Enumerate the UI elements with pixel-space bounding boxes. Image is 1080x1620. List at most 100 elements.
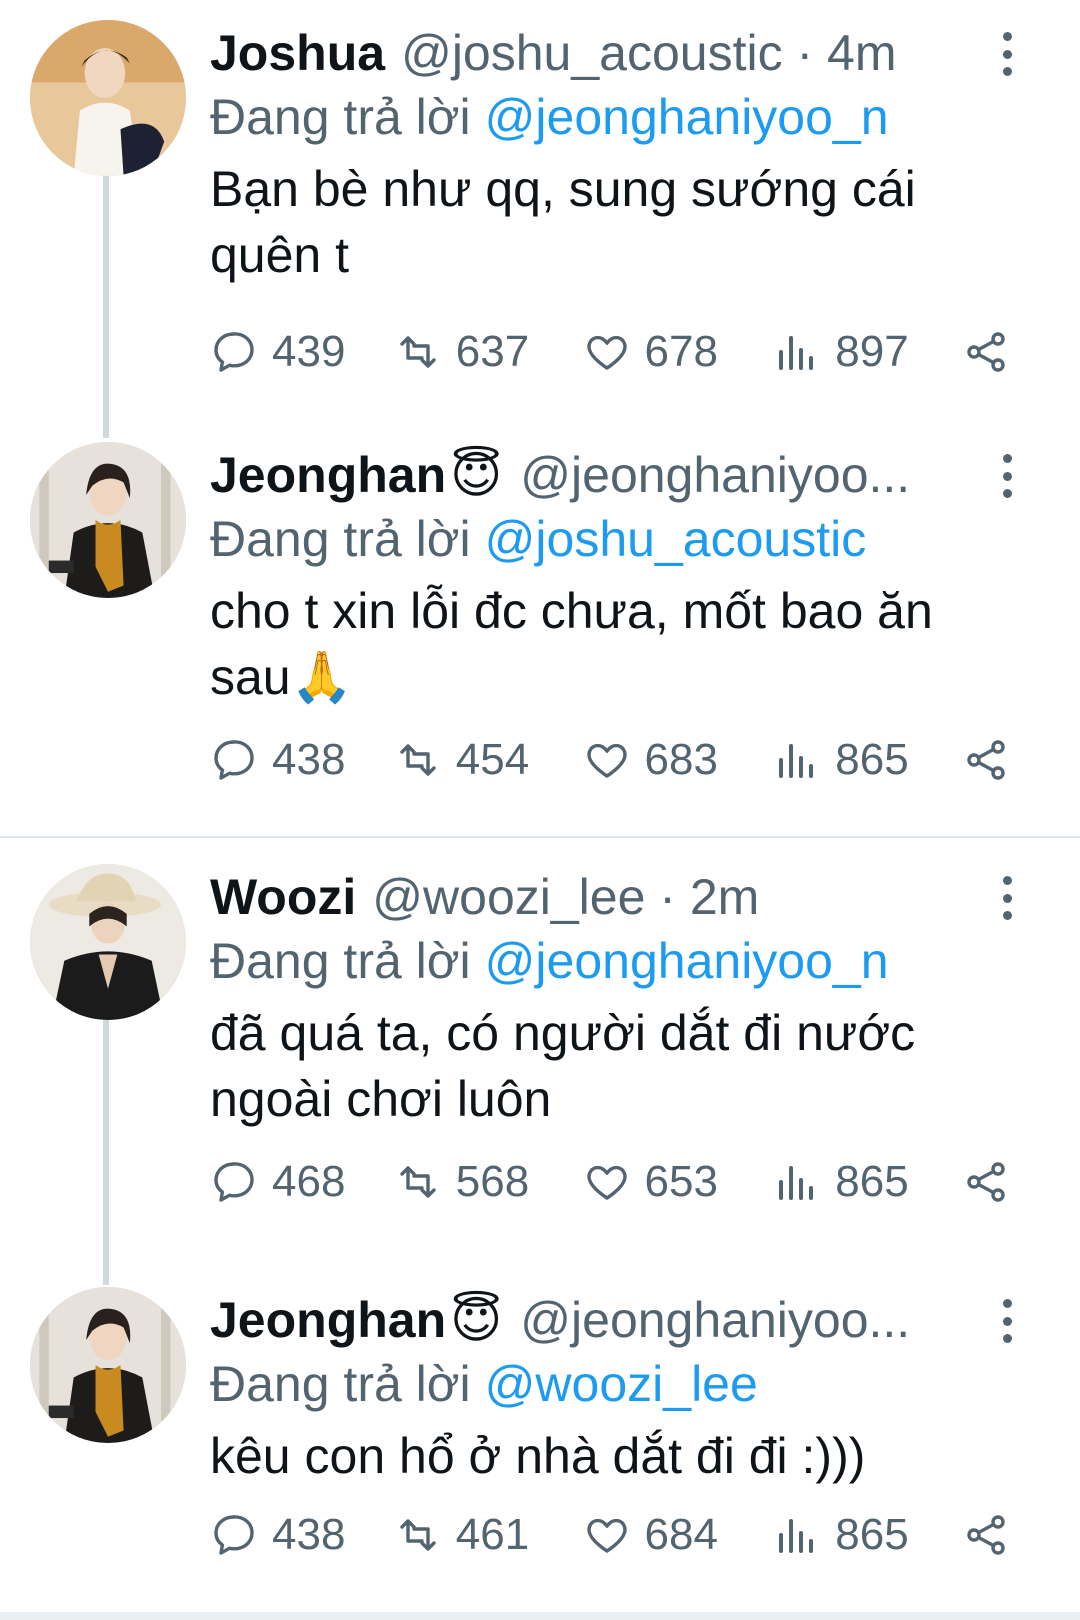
tweet[interactable]: Joshua @joshu_acoustic · 4m Đang trả lời… [0, 20, 1080, 400]
avatar-image [30, 442, 186, 598]
views-count: 865 [835, 1157, 909, 1206]
tweet-text-line: cho t xin lỗi đc chưa, mốt bao ăn [210, 583, 933, 639]
reply-icon [214, 1162, 254, 1202]
share-button[interactable] [962, 328, 1010, 376]
handle-and-time[interactable]: @woozi_lee · 2m [372, 864, 759, 930]
like-icon [586, 1518, 627, 1553]
replying-to: Đang trả lời @jeonghaniyoo_n [210, 86, 889, 148]
retweet-count: 637 [455, 327, 530, 376]
retweet-icon [400, 1519, 436, 1551]
display-name[interactable]: Joshua [210, 20, 385, 86]
share-icon [967, 332, 1005, 372]
handle[interactable]: @jeonghaniyoo... [520, 1287, 910, 1353]
avatar[interactable] [30, 864, 186, 1020]
reply-count: 439 [272, 327, 346, 376]
more-options-icon[interactable] [995, 454, 1019, 498]
retweet-icon [400, 1166, 436, 1198]
retweet-button[interactable]: 637 [394, 327, 583, 377]
more-options-icon[interactable] [995, 876, 1019, 920]
avatar[interactable] [30, 20, 186, 176]
views-icon [779, 1166, 814, 1200]
tweet-actions: 468 568 653 865 [210, 1152, 1010, 1212]
replying-to: Đang trả lời @joshu_acoustic [210, 508, 866, 570]
share-button[interactable] [962, 736, 1010, 784]
views-icon [779, 336, 814, 370]
like-button[interactable]: 683 [583, 735, 774, 785]
avatar[interactable] [30, 442, 186, 598]
share-icon [967, 740, 1005, 780]
display-name[interactable]: Woozi [210, 864, 356, 930]
tweet-actions: 439 637 678 897 [210, 322, 1010, 382]
like-button[interactable]: 678 [583, 327, 774, 377]
thread-divider [0, 836, 1080, 838]
reply-count: 438 [272, 1510, 346, 1559]
tweet-actions: 438 454 683 865 [210, 730, 1010, 790]
reply-icon [214, 1515, 254, 1555]
retweet-count: 454 [455, 735, 530, 784]
reply-icon [214, 740, 254, 780]
views-button[interactable]: 865 [773, 735, 962, 785]
views-button[interactable]: 897 [773, 327, 962, 377]
share-button[interactable] [962, 1511, 1010, 1559]
retweet-icon [400, 744, 436, 776]
display-name[interactable]: Jeonghan [210, 442, 446, 508]
tweet-actions: 438 461 684 865 [210, 1505, 1010, 1565]
reply-button[interactable]: 439 [210, 327, 394, 377]
retweet-button[interactable]: 568 [394, 1157, 583, 1207]
replying-to-handle[interactable]: @joshu_acoustic [485, 511, 867, 567]
like-count: 684 [644, 1510, 718, 1559]
tweet-header: Jeonghan 😇 @jeonghaniyoo... [210, 442, 910, 508]
avatar-image [30, 1287, 186, 1443]
replying-to-handle[interactable]: @jeonghaniyoo_n [485, 933, 889, 989]
like-count: 678 [644, 327, 718, 376]
views-icon [779, 744, 814, 778]
share-icon [967, 1162, 1005, 1202]
share-icon [967, 1515, 1005, 1555]
reply-count: 468 [272, 1157, 346, 1206]
tweet[interactable]: Jeonghan 😇 @jeonghaniyoo... Đang trả lời @w… [0, 1287, 1080, 1597]
retweet-button[interactable]: 454 [394, 735, 583, 785]
views-icon [779, 1519, 814, 1553]
tweet-header: Jeonghan 😇 @jeonghaniyoo... [210, 1287, 910, 1353]
avatar[interactable] [30, 1287, 186, 1443]
like-icon [586, 1165, 627, 1200]
reply-icon [214, 332, 254, 372]
retweet-button[interactable]: 461 [394, 1510, 583, 1560]
display-name-emoji: 😇 [450, 1292, 503, 1348]
avatar-image [30, 864, 186, 1020]
tweet-text: kêu con hổ ở nhà dắt đi đi :))) [210, 1423, 1040, 1489]
share-button[interactable] [962, 1158, 1010, 1206]
reply-count: 438 [272, 735, 346, 784]
tweet[interactable]: Jeonghan 😇 @jeonghaniyoo... Đang trả lời @j… [0, 442, 1080, 822]
tweet-text-line: ngoài chơi luôn [210, 1071, 552, 1127]
replying-to-handle[interactable]: @woozi_lee [485, 1356, 758, 1412]
reply-button[interactable]: 438 [210, 735, 394, 785]
handle[interactable]: @jeonghaniyoo... [520, 442, 910, 508]
tweet-text: Bạn bè như qq, sung sướng cái quên t [210, 156, 1040, 288]
more-options-icon[interactable] [995, 32, 1019, 76]
reply-button[interactable]: 438 [210, 1510, 394, 1560]
bottom-divider [0, 1612, 1080, 1620]
tweet-text-line: Bạn bè như qq, sung sướng cái [210, 161, 916, 217]
like-button[interactable]: 653 [583, 1157, 774, 1207]
views-count: 865 [835, 1510, 909, 1559]
views-button[interactable]: 865 [773, 1157, 962, 1207]
handle-and-time[interactable]: @joshu_acoustic · 4m [401, 20, 896, 86]
retweet-count: 461 [455, 1510, 530, 1559]
display-name-emoji: 😇 [450, 447, 503, 503]
tweet-text-line: đã quá ta, có người dắt đi nước [210, 1005, 916, 1061]
like-button[interactable]: 684 [583, 1510, 774, 1560]
tweet[interactable]: Woozi @woozi_lee · 2m Đang trả lời @jeong… [0, 864, 1080, 1244]
tweet-header: Joshua @joshu_acoustic · 4m [210, 20, 896, 86]
tweet-header: Woozi @woozi_lee · 2m [210, 864, 759, 930]
replying-to-handle[interactable]: @jeonghaniyoo_n [485, 89, 889, 145]
tweet-text: cho t xin lỗi đc chưa, mốt bao ăn sau🙏 [210, 578, 1040, 710]
views-button[interactable]: 865 [773, 1510, 962, 1560]
replying-to: Đang trả lời @woozi_lee [210, 1353, 758, 1415]
like-count: 653 [644, 1157, 718, 1206]
more-options-icon[interactable] [995, 1299, 1019, 1343]
display-name[interactable]: Jeonghan [210, 1287, 446, 1353]
replying-to: Đang trả lời @jeonghaniyoo_n [210, 930, 889, 992]
views-count: 897 [835, 327, 909, 376]
reply-button[interactable]: 468 [210, 1157, 394, 1207]
